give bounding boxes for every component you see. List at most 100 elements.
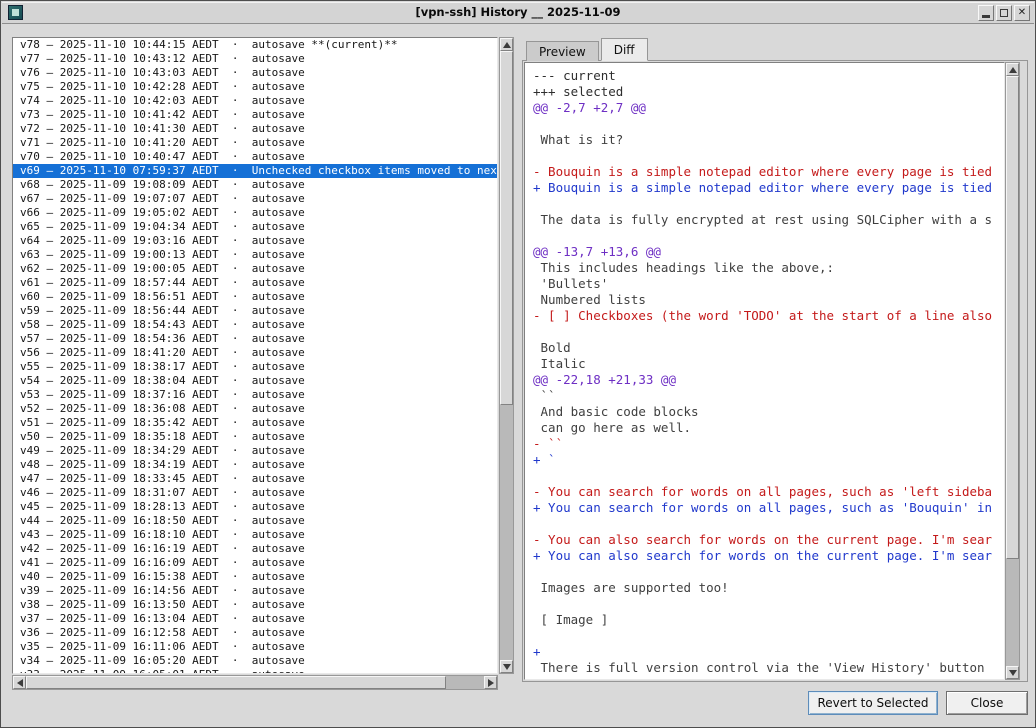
list-item[interactable]: v33 — 2025-11-09 16:05:01 AEDT · autosav…	[13, 668, 497, 674]
version-list-vscrollbar[interactable]	[499, 37, 514, 674]
list-item[interactable]: v69 — 2025-11-10 07:59:37 AEDT · Uncheck…	[13, 164, 497, 178]
list-item[interactable]: v67 — 2025-11-09 19:07:07 AEDT · autosav…	[13, 192, 497, 206]
diff-line: [ Image ]	[533, 612, 1004, 628]
tab-bar: Preview Diff	[526, 38, 650, 61]
diff-line	[533, 628, 1004, 644]
diff-line: @@ -13,7 +13,6 @@	[533, 244, 1004, 260]
diff-line: - You can also search for words on the c…	[533, 532, 1004, 548]
list-item[interactable]: v73 — 2025-11-10 10:41:42 AEDT · autosav…	[13, 108, 497, 122]
maximize-icon	[1000, 9, 1008, 17]
list-item[interactable]: v40 — 2025-11-09 16:15:38 AEDT · autosav…	[13, 570, 497, 584]
list-item[interactable]: v74 — 2025-11-10 10:42:03 AEDT · autosav…	[13, 94, 497, 108]
list-item[interactable]: v44 — 2025-11-09 16:18:50 AEDT · autosav…	[13, 514, 497, 528]
diff-line: This includes headings like the above,:	[533, 260, 1004, 276]
scrollbar-track[interactable]	[500, 51, 513, 660]
list-item[interactable]: v59 — 2025-11-09 18:56:44 AEDT · autosav…	[13, 304, 497, 318]
diff-line: + `	[533, 452, 1004, 468]
diff-line	[533, 228, 1004, 244]
list-item[interactable]: v37 — 2025-11-09 16:13:04 AEDT · autosav…	[13, 612, 497, 626]
diff-line: There is full version control via the 'V…	[533, 660, 1004, 676]
scroll-up-button[interactable]	[1006, 63, 1019, 76]
version-list[interactable]: v78 — 2025-11-10 10:44:15 AEDT · autosav…	[12, 37, 498, 674]
diff-line	[533, 516, 1004, 532]
list-item[interactable]: v65 — 2025-11-09 19:04:34 AEDT · autosav…	[13, 220, 497, 234]
diff-line: Numbered lists	[533, 292, 1004, 308]
list-item[interactable]: v41 — 2025-11-09 16:16:09 AEDT · autosav…	[13, 556, 497, 570]
minimize-button[interactable]	[978, 5, 994, 21]
list-item[interactable]: v64 — 2025-11-09 19:03:16 AEDT · autosav…	[13, 234, 497, 248]
list-item[interactable]: v53 — 2025-11-09 18:37:16 AEDT · autosav…	[13, 388, 497, 402]
diff-line	[533, 564, 1004, 580]
list-item[interactable]: v57 — 2025-11-09 18:54:36 AEDT · autosav…	[13, 332, 497, 346]
revert-to-selected-button[interactable]: Revert to Selected	[808, 691, 938, 715]
diff-line: Images are supported too!	[533, 580, 1004, 596]
list-item[interactable]: v76 — 2025-11-10 10:43:03 AEDT · autosav…	[13, 66, 497, 80]
list-item[interactable]: v61 — 2025-11-09 18:57:44 AEDT · autosav…	[13, 276, 497, 290]
maximize-button[interactable]	[996, 5, 1012, 21]
diff-line: --- current	[533, 68, 1004, 84]
list-item[interactable]: v55 — 2025-11-09 18:38:17 AEDT · autosav…	[13, 360, 497, 374]
list-item[interactable]: v78 — 2025-11-10 10:44:15 AEDT · autosav…	[13, 38, 497, 52]
list-item[interactable]: v72 — 2025-11-10 10:41:30 AEDT · autosav…	[13, 122, 497, 136]
scroll-right-button[interactable]	[484, 676, 497, 689]
diff-line: Italic	[533, 356, 1004, 372]
list-item[interactable]: v52 — 2025-11-09 18:36:08 AEDT · autosav…	[13, 402, 497, 416]
scrollbar-thumb[interactable]	[1006, 76, 1019, 559]
list-item[interactable]: v48 — 2025-11-09 18:34:19 AEDT · autosav…	[13, 458, 497, 472]
list-item[interactable]: v43 — 2025-11-09 16:18:10 AEDT · autosav…	[13, 528, 497, 542]
diff-text[interactable]: --- current+++ selected@@ -2,7 +2,7 @@ W…	[524, 62, 1005, 680]
list-item[interactable]: v58 — 2025-11-09 18:54:43 AEDT · autosav…	[13, 318, 497, 332]
list-item[interactable]: v39 — 2025-11-09 16:14:56 AEDT · autosav…	[13, 584, 497, 598]
list-item[interactable]: v36 — 2025-11-09 16:12:58 AEDT · autosav…	[13, 626, 497, 640]
scroll-up-button[interactable]	[500, 38, 513, 51]
list-item[interactable]: v63 — 2025-11-09 19:00:13 AEDT · autosav…	[13, 248, 497, 262]
list-item[interactable]: v54 — 2025-11-09 18:38:04 AEDT · autosav…	[13, 374, 497, 388]
scrollbar-thumb[interactable]	[26, 676, 446, 689]
list-item[interactable]: v75 — 2025-11-10 10:42:28 AEDT · autosav…	[13, 80, 497, 94]
scroll-down-button[interactable]	[500, 660, 513, 673]
arrow-down-icon	[503, 664, 511, 670]
list-item[interactable]: v51 — 2025-11-09 18:35:42 AEDT · autosav…	[13, 416, 497, 430]
list-item[interactable]: v56 — 2025-11-09 18:41:20 AEDT · autosav…	[13, 346, 497, 360]
scrollbar-thumb[interactable]	[500, 51, 513, 405]
scrollbar-track[interactable]	[26, 676, 484, 689]
diff-line: And basic code blocks	[533, 404, 1004, 420]
list-item[interactable]: v42 — 2025-11-09 16:16:19 AEDT · autosav…	[13, 542, 497, 556]
list-item[interactable]: v62 — 2025-11-09 19:00:05 AEDT · autosav…	[13, 262, 497, 276]
list-item[interactable]: v47 — 2025-11-09 18:33:45 AEDT · autosav…	[13, 472, 497, 486]
version-list-hscrollbar[interactable]	[12, 675, 498, 690]
list-item[interactable]: v45 — 2025-11-09 18:28:13 AEDT · autosav…	[13, 500, 497, 514]
list-item[interactable]: v71 — 2025-11-10 10:41:20 AEDT · autosav…	[13, 136, 497, 150]
list-item[interactable]: v49 — 2025-11-09 18:34:29 AEDT · autosav…	[13, 444, 497, 458]
scroll-down-button[interactable]	[1006, 666, 1019, 679]
tab-preview[interactable]: Preview	[526, 41, 599, 61]
tab-diff[interactable]: Diff	[601, 38, 648, 61]
diff-line	[533, 324, 1004, 340]
diff-line: - Bouquin is a simple notepad editor whe…	[533, 164, 1004, 180]
diff-line	[533, 596, 1004, 612]
arrow-up-icon	[1009, 67, 1017, 73]
list-item[interactable]: v68 — 2025-11-09 19:08:09 AEDT · autosav…	[13, 178, 497, 192]
diff-line: The data is fully encrypted at rest usin…	[533, 212, 1004, 228]
arrow-up-icon	[503, 42, 511, 48]
list-item[interactable]: v70 — 2025-11-10 10:40:47 AEDT · autosav…	[13, 150, 497, 164]
list-item[interactable]: v46 — 2025-11-09 18:31:07 AEDT · autosav…	[13, 486, 497, 500]
scrollbar-track[interactable]	[1006, 76, 1019, 666]
list-item[interactable]: v66 — 2025-11-09 19:05:02 AEDT · autosav…	[13, 206, 497, 220]
diff-line: + You can also search for words on the c…	[533, 548, 1004, 564]
list-item[interactable]: v60 — 2025-11-09 18:56:51 AEDT · autosav…	[13, 290, 497, 304]
list-item[interactable]: v34 — 2025-11-09 16:05:20 AEDT · autosav…	[13, 654, 497, 668]
diff-line	[533, 196, 1004, 212]
list-item[interactable]: v77 — 2025-11-10 10:43:12 AEDT · autosav…	[13, 52, 497, 66]
scroll-left-button[interactable]	[13, 676, 26, 689]
close-button[interactable]: Close	[946, 691, 1028, 715]
diff-line: - [ ] Checkboxes (the word 'TODO' at the…	[533, 308, 1004, 324]
close-window-button[interactable]: ✕	[1014, 5, 1030, 21]
arrow-down-icon	[1009, 670, 1017, 676]
minimize-icon	[982, 15, 990, 18]
diff-vscrollbar[interactable]	[1005, 62, 1020, 680]
list-item[interactable]: v38 — 2025-11-09 16:13:50 AEDT · autosav…	[13, 598, 497, 612]
list-item[interactable]: v35 — 2025-11-09 16:11:06 AEDT · autosav…	[13, 640, 497, 654]
diff-line: Bold	[533, 340, 1004, 356]
list-item[interactable]: v50 — 2025-11-09 18:35:18 AEDT · autosav…	[13, 430, 497, 444]
